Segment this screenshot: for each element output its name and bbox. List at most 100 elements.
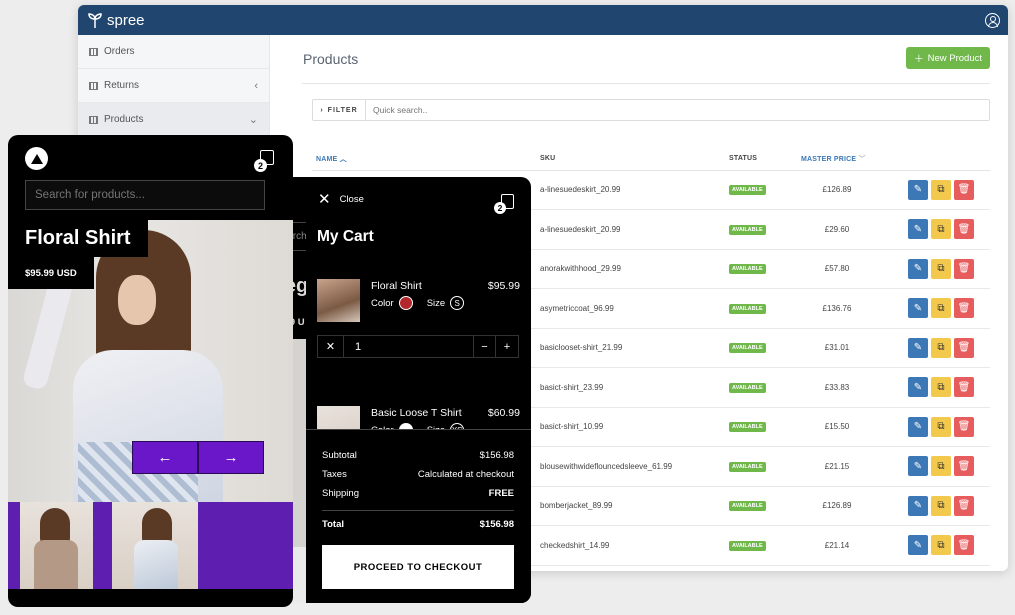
clone-icon[interactable]: ⧉ [931, 219, 951, 240]
proceed-to-checkout-button[interactable]: PROCEED TO CHECKOUT [322, 545, 514, 589]
delete-icon[interactable]: 🗑 [954, 377, 974, 398]
quantity-stepper: ✕ 1 − + [317, 335, 519, 358]
table-header-row: NAME ︿ SKU STATUS MASTER PRICE ﹀ [312, 148, 990, 171]
delete-icon[interactable]: 🗑 [954, 258, 974, 279]
sidebar-item-label: Orders [104, 46, 135, 57]
shipping-row: Shipping FREE [322, 488, 514, 499]
sidebar-item-products[interactable]: Products ⌄ [78, 103, 269, 137]
quick-search-input[interactable] [366, 100, 989, 120]
actions-cell: ✎ ⧉ 🗑 [873, 170, 990, 210]
sku-cell: a-linesuedeskirt_20.99 [540, 209, 729, 250]
delete-icon[interactable]: 🗑 [954, 337, 974, 358]
actions-cell: ✎ ⧉ 🗑 [873, 446, 990, 487]
edit-icon[interactable]: ✎ [908, 179, 928, 200]
sku-cell: basict-shirt_10.99 [540, 407, 729, 447]
thumbnail-2[interactable] [112, 502, 198, 589]
column-price-header[interactable]: MASTER PRICE ﹀ [801, 148, 873, 171]
sidebar-item-returns[interactable]: Returns ‹ [78, 69, 269, 103]
price-cell: £57.80 [801, 249, 873, 289]
spree-logo[interactable]: spree [88, 12, 145, 29]
cart-item-image[interactable] [317, 279, 360, 322]
clone-icon[interactable]: ⧉ [931, 535, 951, 556]
status-badge: AVAILABLE [729, 461, 766, 472]
cart-item-name[interactable]: Basic Loose T Shirt [371, 407, 462, 419]
actions-cell: ✎ ⧉ 🗑 [873, 288, 990, 329]
edit-icon[interactable]: ✎ [908, 416, 928, 437]
gallery-nav: ← → [132, 441, 264, 474]
clone-icon[interactable]: ⧉ [931, 337, 951, 358]
status-badge: AVAILABLE [729, 422, 766, 433]
edit-icon[interactable]: ✎ [908, 377, 928, 398]
sidebar-item-orders[interactable]: Orders [78, 35, 269, 69]
edit-icon[interactable]: ✎ [908, 456, 928, 477]
cart-item-name[interactable]: Floral Shirt [371, 280, 422, 292]
shipping-value: FREE [488, 488, 514, 499]
clone-icon[interactable]: ⧉ [931, 179, 951, 200]
close-icon: ✕ [318, 190, 331, 208]
clone-icon[interactable]: ⧉ [931, 298, 951, 319]
cart-item-price: $95.99 [487, 280, 520, 292]
admin-topbar: spree [78, 5, 1008, 35]
price-cell: £15.50 [801, 407, 873, 447]
decrease-quantity-button[interactable]: − [474, 336, 496, 357]
size-label: Size [426, 297, 446, 309]
delete-icon[interactable]: 🗑 [954, 495, 974, 516]
edit-icon[interactable]: ✎ [908, 258, 928, 279]
chevron-left-icon: ‹ [254, 79, 258, 92]
product-search-input[interactable] [25, 180, 265, 210]
clone-icon[interactable]: ⧉ [931, 456, 951, 477]
new-product-button[interactable]: ＋ New Product [906, 47, 990, 69]
arrow-right-icon[interactable]: → [198, 441, 264, 474]
clone-icon[interactable]: ⧉ [931, 377, 951, 398]
total-row: Total $156.98 [322, 519, 514, 530]
status-cell: AVAILABLE [729, 288, 801, 329]
status-badge: AVAILABLE [729, 343, 766, 354]
price-cell: £21.14 [801, 525, 873, 566]
sku-cell: basiclooset-shirt_21.99 [540, 328, 729, 368]
edit-icon[interactable]: ✎ [908, 535, 928, 556]
status-cell: AVAILABLE [729, 170, 801, 210]
cart-count-badge: 2 [254, 159, 267, 172]
product-price: $95.99 USD [8, 256, 94, 289]
arrow-left-icon[interactable]: ← [132, 441, 198, 474]
new-product-label: New Product [927, 52, 982, 64]
edit-icon[interactable]: ✎ [908, 219, 928, 240]
delete-icon[interactable]: 🗑 [954, 298, 974, 319]
edit-icon[interactable]: ✎ [908, 495, 928, 516]
status-badge: AVAILABLE [729, 264, 766, 275]
price-cell: £29.60 [801, 209, 873, 250]
close-button[interactable]: ✕ Close [318, 190, 364, 208]
sort-up-icon: ︿ [339, 155, 347, 163]
size-badge: S [450, 296, 465, 310]
store-logo[interactable] [25, 147, 48, 170]
column-name-header[interactable]: NAME ︿ [312, 148, 540, 171]
product-title: Floral Shirt [8, 220, 148, 257]
cart-title: My Cart [317, 228, 374, 245]
increase-quantity-button[interactable]: + [496, 336, 518, 357]
delete-icon[interactable]: 🗑 [954, 535, 974, 556]
sku-cell: blousewithwideflouncedsleeve_61.99 [540, 446, 729, 487]
clone-icon[interactable]: ⧉ [931, 258, 951, 279]
edit-icon[interactable]: ✎ [908, 337, 928, 358]
photo-face [118, 275, 156, 325]
column-status-header: STATUS [729, 148, 801, 171]
filter-toggle-button[interactable]: › FILTER [313, 100, 366, 120]
delete-icon[interactable]: 🗑 [954, 416, 974, 437]
thumbnail-1[interactable] [20, 502, 93, 589]
edit-icon[interactable]: ✎ [908, 298, 928, 319]
clone-icon[interactable]: ⧉ [931, 495, 951, 516]
remove-item-button[interactable]: ✕ [318, 336, 344, 357]
triangle-logo-icon [30, 153, 43, 164]
delete-icon[interactable]: 🗑 [954, 456, 974, 477]
account-icon[interactable] [985, 12, 1000, 28]
orders-icon [89, 47, 98, 56]
actions-cell: ✎ ⧉ 🗑 [873, 367, 990, 408]
order-summary: Subtotal $156.98 Taxes Calculated at check… [306, 429, 531, 603]
quantity-value[interactable]: 1 [344, 336, 474, 357]
delete-icon[interactable]: 🗑 [954, 219, 974, 240]
column-sku-header: SKU [540, 148, 729, 171]
delete-icon[interactable]: 🗑 [954, 179, 974, 200]
status-cell: AVAILABLE [729, 249, 801, 289]
clone-icon[interactable]: ⧉ [931, 416, 951, 437]
sku-cell: a-linesuedeskirt_20.99 [540, 170, 729, 210]
